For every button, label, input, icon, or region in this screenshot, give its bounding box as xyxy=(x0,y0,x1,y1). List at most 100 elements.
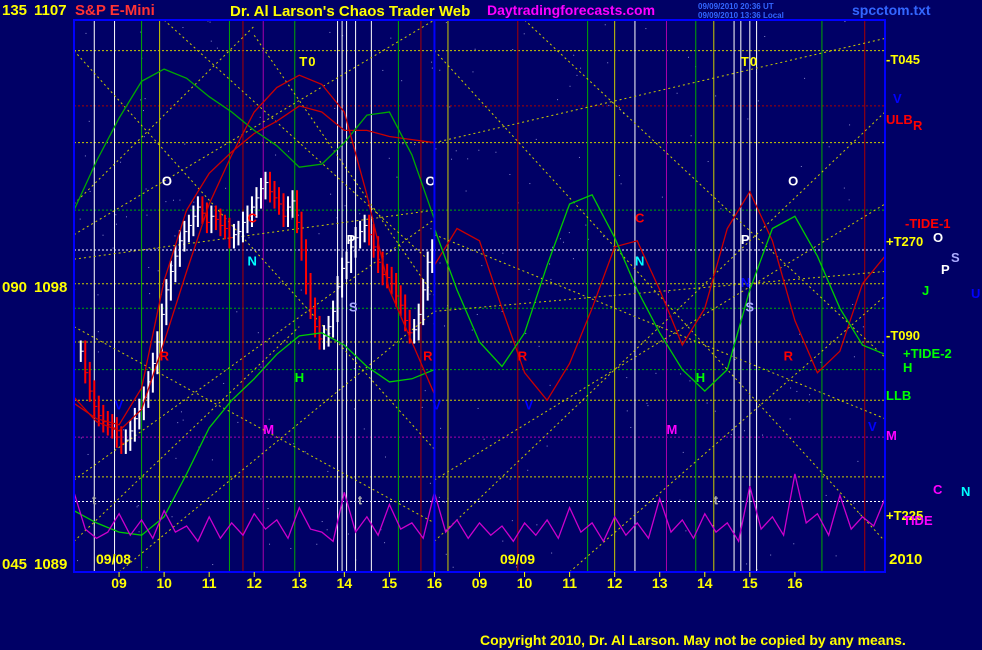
star xyxy=(445,22,447,24)
star xyxy=(589,477,591,479)
star xyxy=(402,143,404,145)
star xyxy=(552,246,554,248)
right-label-o: O xyxy=(933,230,943,245)
star xyxy=(288,150,290,152)
star xyxy=(734,359,736,361)
star xyxy=(291,218,293,220)
star xyxy=(85,32,87,34)
star xyxy=(465,190,467,192)
left-axis-mid-code: 090 xyxy=(2,279,27,296)
star xyxy=(626,377,628,379)
star xyxy=(304,451,306,453)
star xyxy=(354,408,356,410)
star xyxy=(316,543,318,545)
star xyxy=(137,505,139,507)
site-link[interactable]: Daytradingforecasts.com xyxy=(487,2,655,18)
star xyxy=(257,332,259,334)
star xyxy=(478,149,480,151)
marker-0: 0 xyxy=(308,54,315,69)
star xyxy=(445,553,447,555)
star xyxy=(79,218,81,220)
star xyxy=(300,289,302,291)
star xyxy=(474,48,476,50)
star xyxy=(549,263,551,265)
day1-label: 09/08 xyxy=(96,551,131,567)
right-label-ulb: ULB xyxy=(886,112,913,127)
marker-r: R xyxy=(423,348,433,363)
star xyxy=(97,331,99,333)
star xyxy=(551,552,553,554)
star xyxy=(528,288,530,290)
star xyxy=(620,183,622,185)
star xyxy=(626,410,628,412)
marker-s: S xyxy=(745,299,754,314)
star xyxy=(297,214,299,216)
star xyxy=(171,265,173,267)
star xyxy=(382,69,384,71)
star xyxy=(84,155,86,157)
marker-m: M xyxy=(263,422,274,437)
marker-t: T xyxy=(741,54,749,69)
left-axis-bottom-price: 1089 xyxy=(34,556,67,573)
star xyxy=(148,266,150,268)
star xyxy=(770,554,772,556)
star xyxy=(414,144,416,146)
star xyxy=(384,456,386,458)
star xyxy=(808,401,810,403)
star xyxy=(604,24,606,26)
x-tick-label: 13 xyxy=(291,575,307,591)
star xyxy=(210,40,212,42)
star xyxy=(87,453,89,455)
star xyxy=(852,303,854,305)
star xyxy=(430,228,432,230)
star xyxy=(568,232,570,234)
star xyxy=(800,165,802,167)
marker-o: O xyxy=(162,174,172,189)
star xyxy=(363,428,365,430)
star xyxy=(559,238,561,240)
star xyxy=(538,345,540,347)
star xyxy=(853,502,855,504)
star xyxy=(549,384,551,386)
star xyxy=(563,241,565,243)
star xyxy=(115,214,117,216)
star xyxy=(743,430,745,432)
star xyxy=(529,183,531,185)
right-label-h: H xyxy=(903,360,912,375)
star xyxy=(125,216,127,218)
star xyxy=(384,542,386,544)
star xyxy=(578,156,580,158)
star xyxy=(223,382,225,384)
star xyxy=(523,33,525,35)
star xyxy=(476,313,478,315)
chart-title: Dr. Al Larson's Chaos Trader Web xyxy=(230,3,470,20)
star xyxy=(298,343,300,345)
star xyxy=(216,47,218,49)
star xyxy=(720,208,722,210)
x-tick-label: 16 xyxy=(787,575,803,591)
marker-v: V xyxy=(115,397,124,412)
star xyxy=(401,80,403,82)
star xyxy=(679,499,681,501)
star xyxy=(440,427,442,429)
star xyxy=(467,158,469,160)
star xyxy=(209,21,211,23)
chart-background xyxy=(0,0,982,650)
right-label--tide-1: -TIDE-1 xyxy=(905,216,951,231)
star xyxy=(835,555,837,557)
star xyxy=(690,135,692,137)
star xyxy=(212,564,214,566)
star xyxy=(502,540,504,542)
chaos-trader-chart: O O OT 0 T 0C CN NP PS SR R R RH HM MV VNVt t t 135 1107 … xyxy=(0,0,982,650)
day2-label: 09/09 xyxy=(500,551,535,567)
star xyxy=(724,247,726,249)
star xyxy=(112,247,114,249)
star xyxy=(182,419,184,421)
star xyxy=(630,426,632,428)
star xyxy=(550,278,552,280)
star xyxy=(156,247,158,249)
star xyxy=(645,28,647,30)
marker-r: R xyxy=(160,348,170,363)
star xyxy=(268,418,270,420)
star xyxy=(396,176,398,178)
